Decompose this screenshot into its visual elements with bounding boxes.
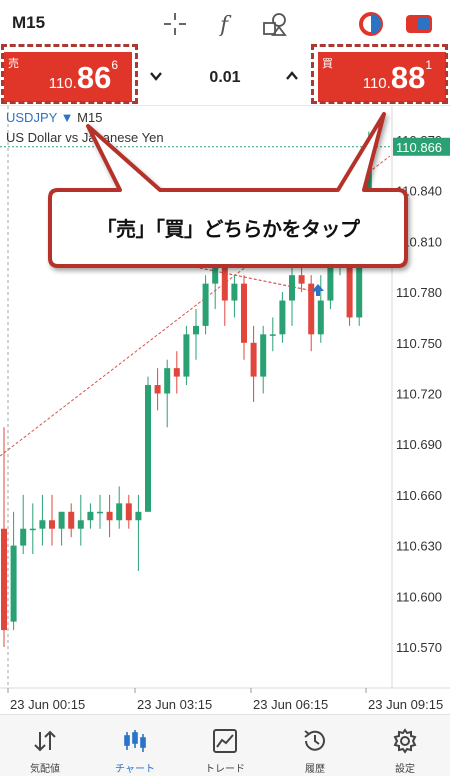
nav-history[interactable]: 履歴 bbox=[270, 715, 360, 776]
nav-trade[interactable]: トレード bbox=[180, 715, 270, 776]
history-icon bbox=[301, 727, 329, 755]
nav-quotes[interactable]: 気配値 bbox=[0, 715, 90, 776]
trade-icon bbox=[211, 727, 239, 755]
chart-icon bbox=[121, 727, 149, 755]
callout-text: 「売」「買」どちらかをタップ bbox=[96, 217, 361, 241]
callout-bubble bbox=[48, 112, 408, 268]
nav-chart[interactable]: チャート bbox=[90, 715, 180, 776]
quotes-icon bbox=[31, 727, 59, 755]
settings-icon bbox=[391, 727, 419, 755]
nav-settings[interactable]: 設定 bbox=[360, 715, 450, 776]
bottom-navigation: 気配値 チャート トレード 履歴 設定 bbox=[0, 714, 450, 776]
